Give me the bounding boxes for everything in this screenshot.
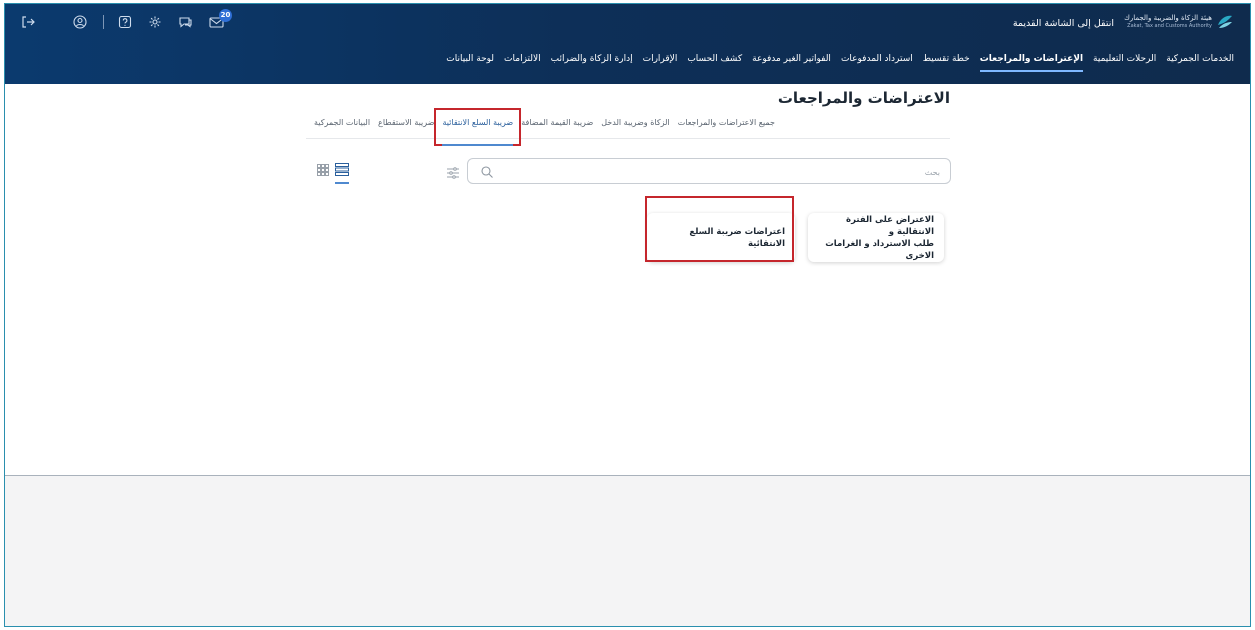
logo-mark-icon bbox=[1218, 15, 1232, 28]
chat-icon[interactable] bbox=[178, 15, 193, 29]
card-transitional-period-objection[interactable]: الاعتراض على الفترة الانتقالية و طلب الا… bbox=[808, 213, 944, 262]
card-title: اعتراضات ضريبة السلع الانتقائية bbox=[657, 226, 785, 250]
nav-item-customs-services[interactable]: الخدمات الجمركية bbox=[1166, 54, 1234, 64]
nav-item-learning-journeys[interactable]: الرحلات التعليمية bbox=[1093, 54, 1156, 64]
card-title: الاعتراض على الفترة الانتقالية و طلب الا… bbox=[818, 214, 934, 262]
mail-icon[interactable]: 20 bbox=[209, 8, 232, 29]
tab-vat[interactable]: ضريبة القيمة المضافة bbox=[521, 116, 593, 138]
filter-icon[interactable] bbox=[446, 164, 460, 183]
user-icon[interactable] bbox=[73, 15, 87, 29]
nav-item-account-statement[interactable]: كشف الحساب bbox=[687, 54, 742, 64]
search-icon[interactable] bbox=[480, 164, 494, 183]
objection-tabs: جميع الاعتراضات والمراجعات الزكاة وضريبة… bbox=[306, 108, 950, 146]
logo-text: هيئة الزكاة والضريبة والجمارك Zakat, Tax… bbox=[1124, 14, 1212, 30]
card-title-line2: طلب الاسترداد و الغرامات الاخرى bbox=[825, 238, 934, 261]
header-icon-toolbar: 20 bbox=[21, 8, 240, 32]
help-icon[interactable] bbox=[118, 15, 132, 29]
nav-item-dashboard[interactable]: لوحة البيانات bbox=[446, 54, 494, 64]
view-toggle bbox=[317, 161, 355, 184]
nav-item-installment-plan[interactable]: خطة تقسيط bbox=[923, 54, 970, 64]
zatca-logo[interactable]: هيئة الزكاة والضريبة والجمارك Zakat, Tax… bbox=[1124, 13, 1234, 31]
settings-icon[interactable] bbox=[148, 15, 162, 29]
tab-excise-tax[interactable]: ضريبة السلع الانتقائية bbox=[434, 108, 522, 146]
tab-all-objections[interactable]: جميع الاعتراضات والمراجعات bbox=[678, 116, 775, 138]
nav-item-returns[interactable]: الإقرارات bbox=[643, 54, 678, 64]
card-title-line1: الاعتراض على الفترة الانتقالية و bbox=[846, 214, 934, 237]
logout-icon[interactable] bbox=[21, 15, 35, 29]
list-view-icon[interactable] bbox=[335, 161, 349, 184]
card-excise-tax-objections[interactable]: اعتراضات ضريبة السلع الانتقائية bbox=[647, 213, 795, 262]
nav-item-refunds[interactable]: استرداد المدفوعات bbox=[841, 54, 913, 64]
tab-withholding-tax[interactable]: ضريبة الاستقطاع bbox=[378, 116, 434, 138]
main-content: الاعتراضات والمراجعات جميع الاعتراضات وا… bbox=[5, 84, 1250, 476]
old-screen-link[interactable]: انتقل إلى الشاشة القديمة bbox=[1013, 18, 1114, 29]
nav-item-unpaid-invoices[interactable]: الفواتير الغير مدفوعة bbox=[752, 54, 831, 64]
top-header: 20 انتقل إلى الشاشة القديمة هيئة الزكاة … bbox=[5, 4, 1250, 84]
search-input[interactable] bbox=[508, 159, 942, 185]
logo-name-en: Zakat, Tax and Customs Authority bbox=[1127, 23, 1212, 29]
header-divider bbox=[103, 15, 104, 29]
search-box bbox=[467, 158, 951, 185]
main-nav: لوحة البيانات الالتزامات إدارة الزكاة وا… bbox=[436, 54, 1234, 72]
card-title-line1: اعتراضات ضريبة السلع الانتقائية bbox=[689, 226, 785, 249]
page-title: الاعتراضات والمراجعات bbox=[777, 89, 950, 107]
footer-area bbox=[5, 476, 1250, 626]
tab-zakat-income-tax[interactable]: الزكاة وضريبة الدخل bbox=[601, 116, 669, 138]
notification-badge: 20 bbox=[219, 8, 232, 22]
grid-view-icon[interactable] bbox=[317, 161, 329, 180]
nav-item-objections[interactable]: الإعتراضات والمراجعات bbox=[979, 54, 1084, 72]
app-frame: 20 انتقل إلى الشاشة القديمة هيئة الزكاة … bbox=[4, 3, 1251, 627]
tab-customs-data[interactable]: البيانات الجمركية bbox=[314, 116, 370, 138]
nav-item-obligations[interactable]: الالتزامات bbox=[504, 54, 541, 64]
nav-item-zakat-tax-management[interactable]: إدارة الزكاة والضرائب bbox=[551, 54, 633, 64]
logo-name-ar: هيئة الزكاة والضريبة والجمارك bbox=[1124, 14, 1212, 22]
